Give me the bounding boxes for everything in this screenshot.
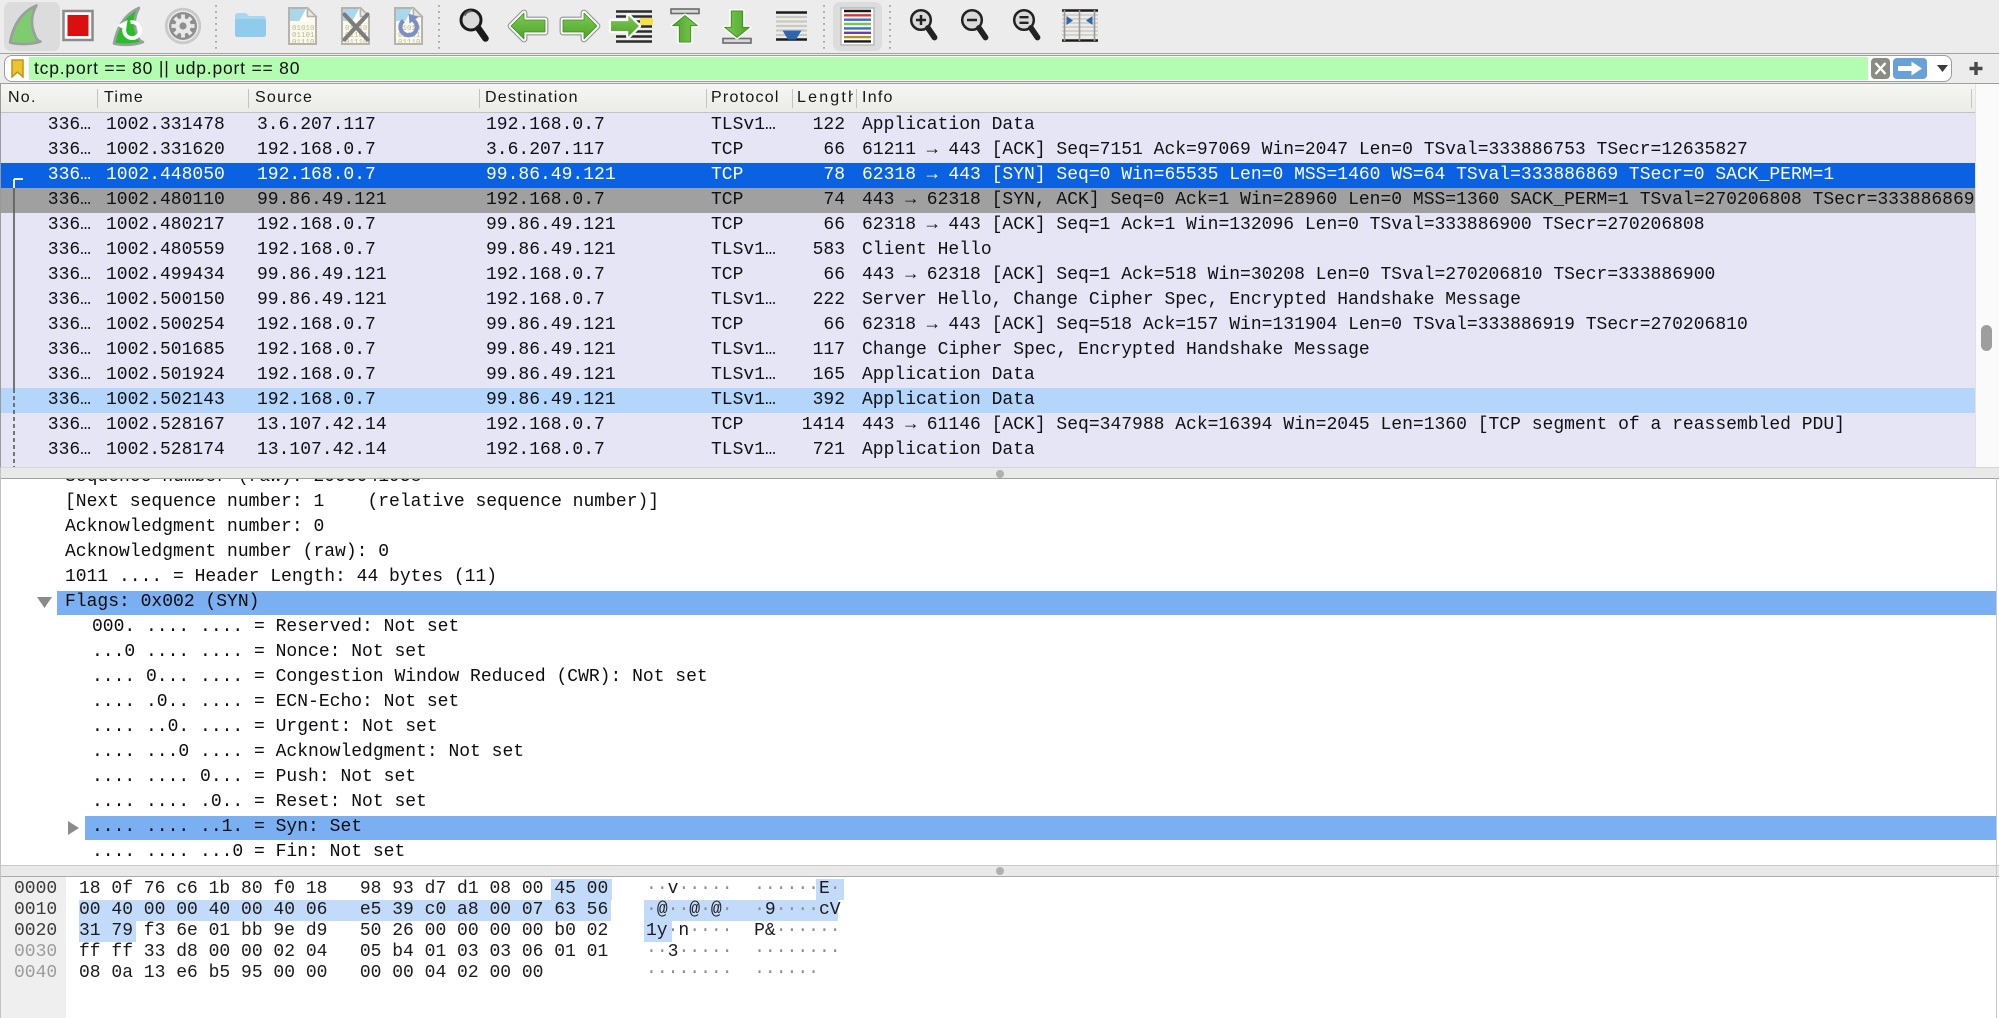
svg-text:01110: 01110 xyxy=(398,39,421,47)
svg-text:01110: 01110 xyxy=(292,39,315,47)
svg-text:01110: 01110 xyxy=(345,39,368,47)
